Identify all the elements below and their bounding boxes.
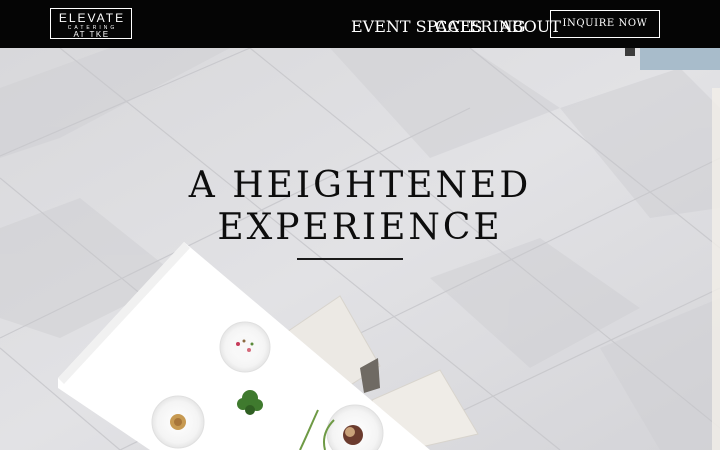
inquire-now-button[interactable]: INQUIRE NOW: [550, 10, 660, 38]
page: ELEVATE CATERING AT TKE EVENT SPACES CAT…: [0, 0, 720, 450]
hero-headline-divider: [297, 258, 403, 260]
logo-wordmark: ELEVATE: [58, 11, 126, 25]
hero-headline-line-2: EXPERIENCE: [217, 207, 503, 248]
site-header: ELEVATE CATERING AT TKE EVENT SPACES CAT…: [0, 0, 720, 48]
hero-background-image: [0, 48, 720, 450]
site-logo[interactable]: ELEVATE CATERING AT TKE: [50, 8, 132, 39]
hero-section: A HEIGHTENED EXPERIENCE: [0, 48, 720, 450]
logo-tagline: AT TKE: [73, 30, 110, 39]
hero-headline-line-1: A HEIGHTENED: [188, 165, 532, 206]
